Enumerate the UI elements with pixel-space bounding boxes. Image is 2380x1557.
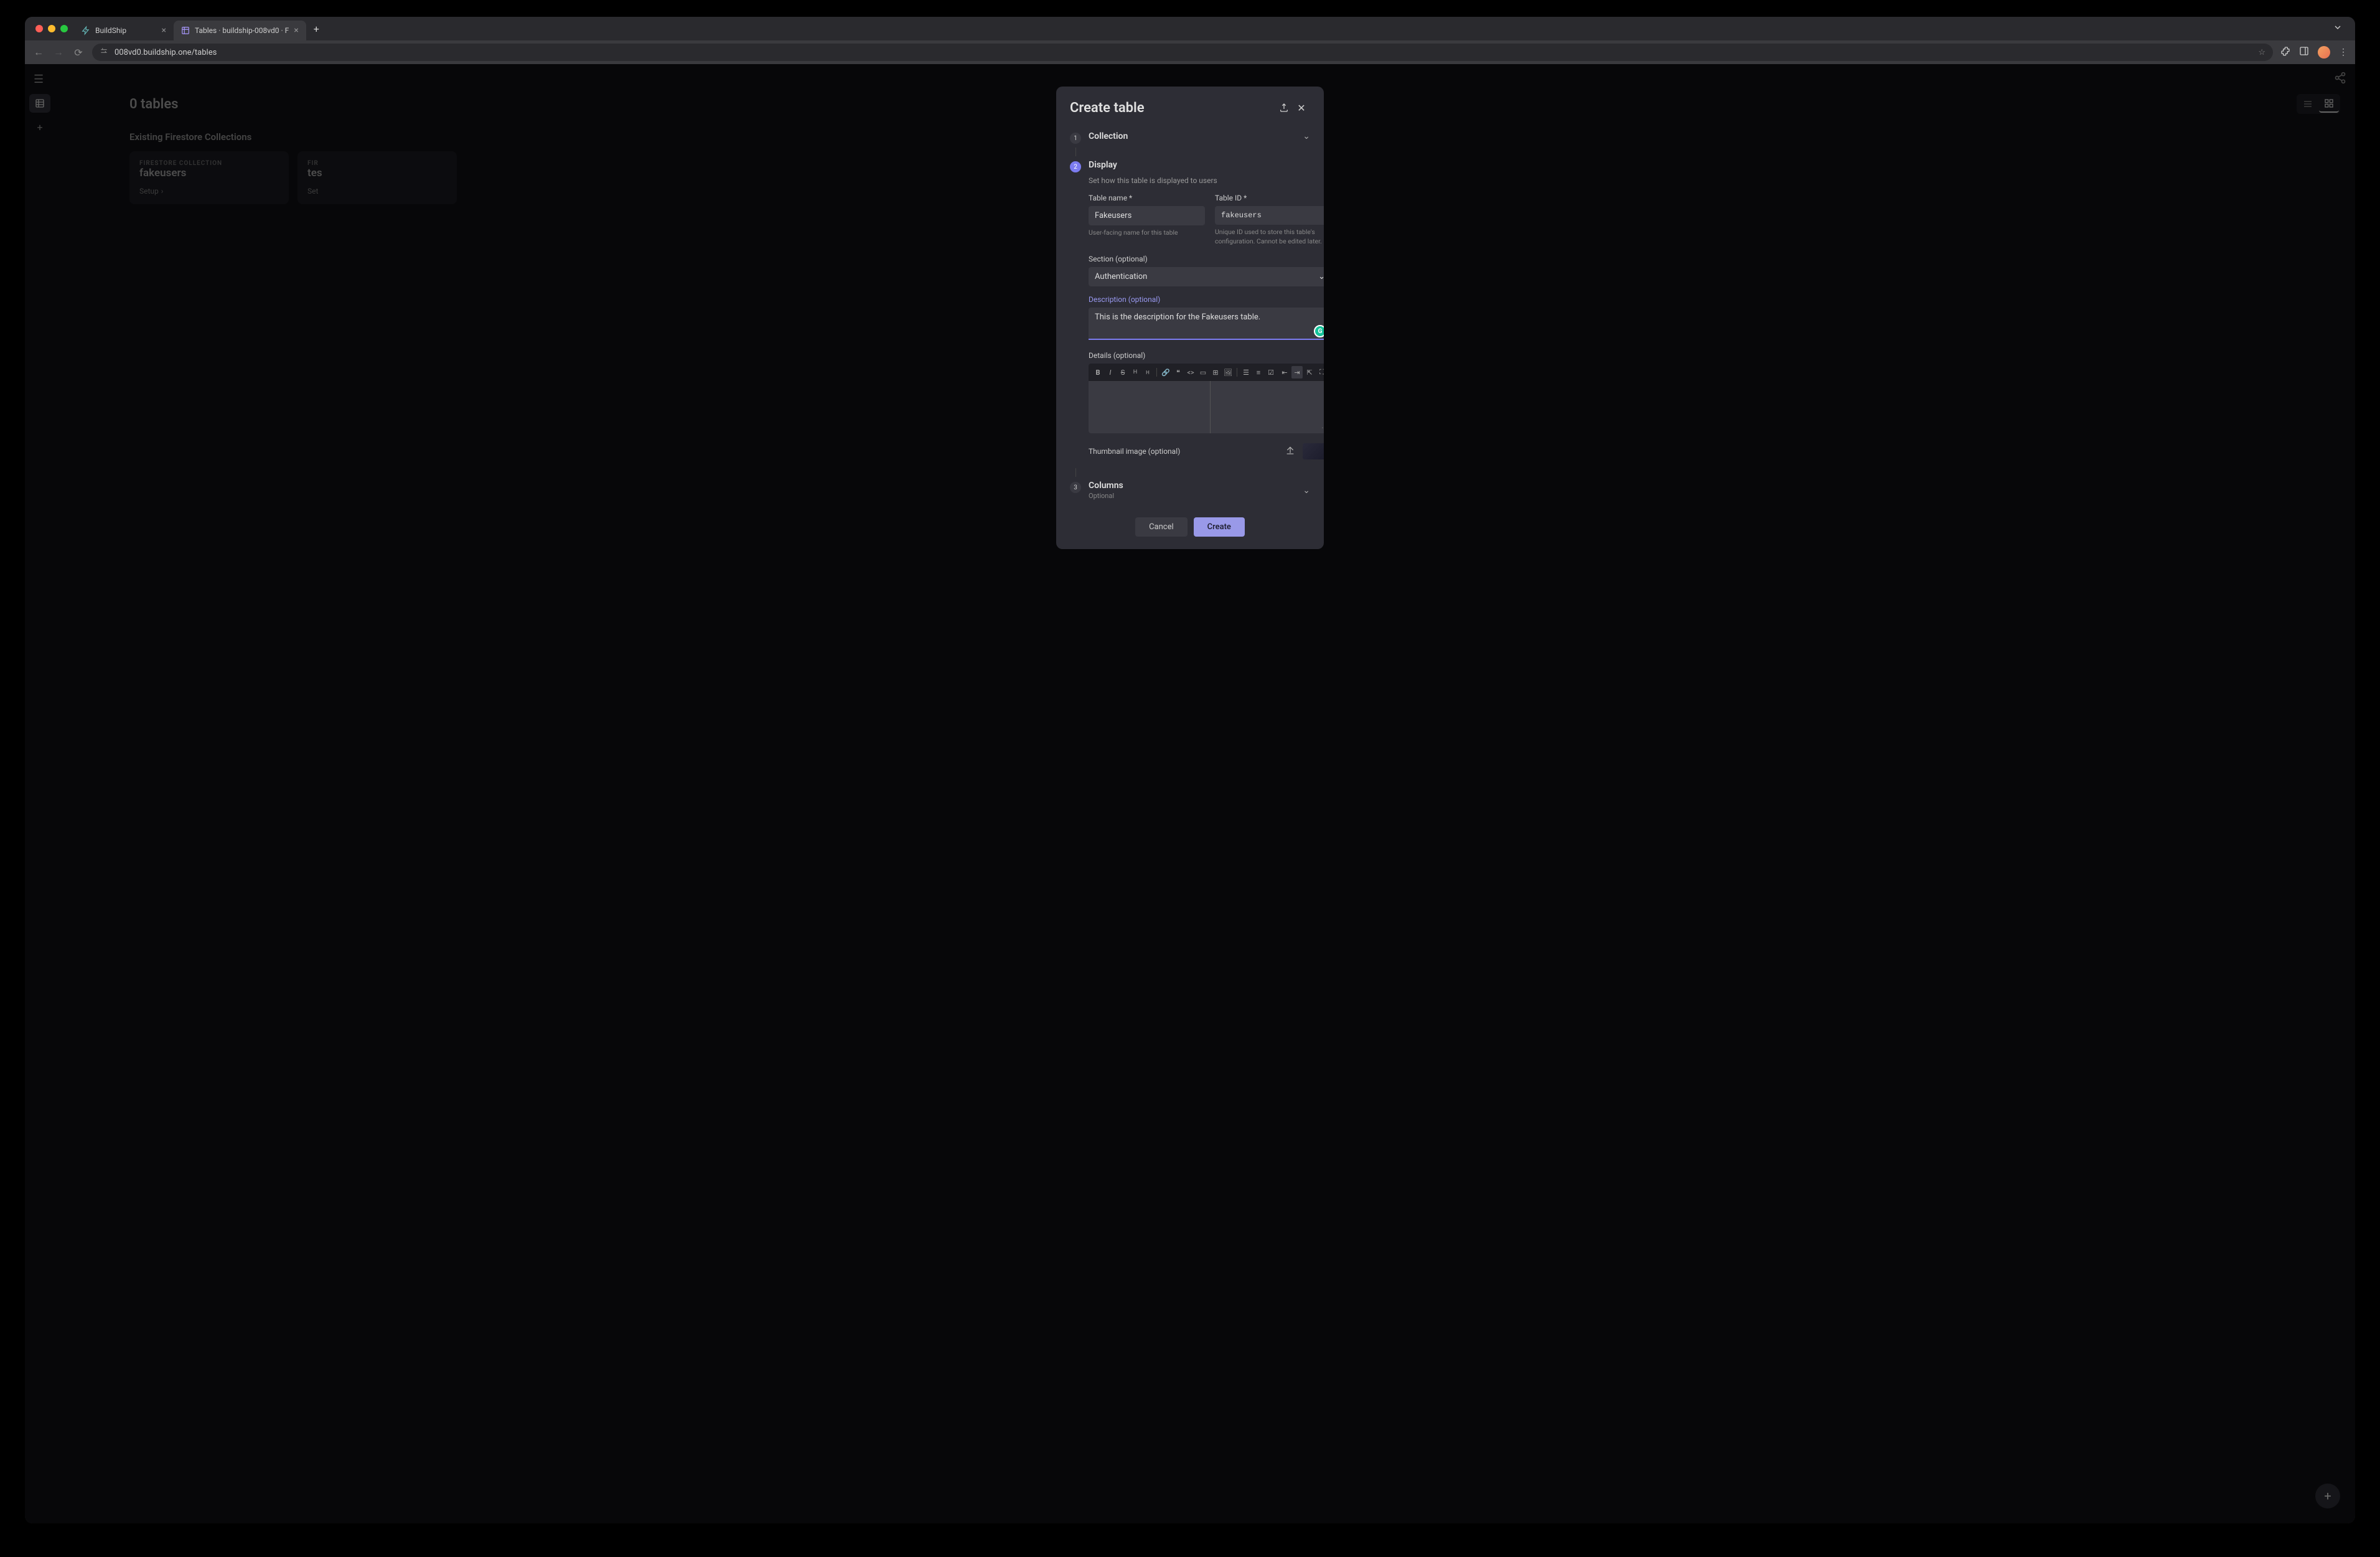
- extensions-icon[interactable]: [2280, 46, 2290, 59]
- rte-outdent[interactable]: ⇤: [1279, 366, 1290, 379]
- step-display: 2 Display ⌃ Set how this table is displa…: [1070, 156, 1310, 468]
- modal-header: Create table ✕: [1070, 99, 1310, 116]
- close-icon[interactable]: ✕: [1293, 99, 1310, 116]
- rte-code[interactable]: <>: [1185, 366, 1196, 379]
- step-desc: Set how this table is displayed to users: [1089, 176, 1324, 185]
- thumbnail-label: Thumbnail image (optional): [1089, 447, 1278, 456]
- rte-embed[interactable]: ⊞: [1210, 366, 1221, 379]
- traffic-lights: [32, 25, 74, 32]
- rte-fullscreen[interactable]: ⛶: [1316, 366, 1324, 379]
- upload-icon[interactable]: [1285, 445, 1295, 458]
- step-badge: 3: [1070, 482, 1081, 493]
- reload-button[interactable]: ⟳: [72, 47, 85, 59]
- step-badge: 2: [1070, 161, 1081, 172]
- rte-collapse[interactable]: ⇱: [1304, 366, 1315, 379]
- rte-bold[interactable]: B: [1092, 366, 1103, 379]
- chrome-actions: ⋮: [2280, 46, 2348, 59]
- new-tab-button[interactable]: +: [306, 23, 327, 35]
- rte-codeblock[interactable]: ▭: [1197, 366, 1209, 379]
- window-maximize[interactable]: [60, 25, 68, 32]
- chevron-down-icon: ⌄: [1318, 272, 1324, 281]
- chevron-down-icon: ⌄: [1303, 131, 1310, 141]
- step-title: Collection: [1089, 131, 1303, 141]
- section-select[interactable]: Authentication ⌄: [1089, 267, 1324, 286]
- table-name-label: Table name *: [1089, 194, 1205, 202]
- menu-icon[interactable]: ⋮: [2339, 47, 2348, 57]
- url-text: 008vd0.buildship.one/tables: [115, 48, 217, 57]
- url-box[interactable]: 008vd0.buildship.one/tables ☆: [92, 44, 2273, 61]
- tab-title: BuildShip: [95, 26, 126, 35]
- browser-tab-tables[interactable]: Tables · buildship-008vd0 · F ×: [174, 21, 306, 40]
- step-connector: [1075, 148, 1076, 156]
- step-sub: Optional: [1089, 492, 1123, 500]
- back-button[interactable]: ←: [32, 46, 45, 59]
- forward-button[interactable]: →: [52, 46, 65, 59]
- panel-icon[interactable]: [2299, 46, 2309, 59]
- rte-ol[interactable]: ≡: [1253, 366, 1264, 379]
- description-label: Description (optional): [1089, 295, 1324, 304]
- modal-footer: Cancel Create: [1070, 517, 1310, 537]
- site-settings-icon[interactable]: [100, 47, 108, 58]
- grammarly-icon[interactable]: [1314, 325, 1324, 337]
- step-title: Columns: [1089, 481, 1123, 491]
- section-label: Section (optional): [1089, 255, 1324, 263]
- rte-quote[interactable]: ❝: [1173, 366, 1184, 379]
- step-collection[interactable]: 1 Collection ⌄: [1070, 128, 1310, 148]
- create-table-modal: Create table ✕ 1 Collection ⌄: [1056, 87, 1324, 549]
- modal-overlay[interactable]: Create table ✕ 1 Collection ⌄: [25, 64, 2355, 1523]
- rte-heading2[interactable]: H: [1142, 366, 1153, 379]
- address-bar: ← → ⟳ 008vd0.buildship.one/tables ☆ ⋮: [25, 40, 2355, 64]
- browser-window: BuildShip × Tables · buildship-008vd0 · …: [25, 17, 2355, 1523]
- rte-strike[interactable]: S: [1117, 366, 1128, 379]
- tables-favicon: [181, 26, 190, 35]
- rte-italic[interactable]: I: [1105, 366, 1116, 379]
- cancel-button[interactable]: Cancel: [1135, 517, 1188, 537]
- rte-image[interactable]: 🖼: [1222, 366, 1234, 379]
- thumbnail-preview[interactable]: [1303, 443, 1324, 459]
- rte-ul[interactable]: ☰: [1240, 366, 1252, 379]
- modal-title: Create table: [1070, 100, 1275, 116]
- window-minimize[interactable]: [48, 25, 55, 32]
- rte-heading[interactable]: H: [1130, 366, 1141, 379]
- table-id-input[interactable]: [1215, 206, 1324, 225]
- table-id-label: Table ID *: [1215, 194, 1324, 202]
- tab-bar: BuildShip × Tables · buildship-008vd0 · …: [25, 17, 2355, 40]
- tab-dropdown[interactable]: [2328, 20, 2348, 37]
- rte-resize-handle[interactable]: ⋯: [1321, 423, 1324, 432]
- bookmark-icon[interactable]: ☆: [2258, 48, 2265, 57]
- tab-title: Tables · buildship-008vd0 · F: [195, 26, 289, 35]
- buildship-favicon: [82, 26, 90, 35]
- browser-tab-buildship[interactable]: BuildShip ×: [74, 21, 174, 40]
- step-display-header[interactable]: Display ⌃: [1089, 160, 1324, 170]
- rte-link[interactable]: 🔗: [1160, 366, 1171, 379]
- rte-checklist[interactable]: ☑: [1265, 366, 1277, 379]
- rte-toolbar: B I S H H 🔗 ❝ <> ▭: [1089, 364, 1324, 381]
- step-columns[interactable]: 3 Columns Optional ⌄: [1070, 477, 1310, 504]
- rte-indent[interactable]: ⇥: [1291, 366, 1303, 379]
- step-title: Display: [1089, 160, 1324, 170]
- create-button[interactable]: Create: [1194, 517, 1245, 537]
- thumbnail-row: Thumbnail image (optional): [1089, 443, 1324, 459]
- close-icon[interactable]: ×: [162, 26, 166, 35]
- table-name-input[interactable]: [1089, 206, 1205, 225]
- chevron-down-icon: ⌄: [1303, 486, 1310, 496]
- table-name-help: User-facing name for this table: [1089, 228, 1205, 238]
- close-icon[interactable]: ×: [294, 26, 298, 35]
- profile-avatar[interactable]: [2318, 46, 2330, 59]
- app-content: ☰ + 0 tables: [25, 64, 2355, 1523]
- description-textarea[interactable]: [1089, 308, 1324, 340]
- export-icon[interactable]: [1275, 99, 1293, 116]
- step-connector: [1075, 468, 1076, 477]
- rte-body[interactable]: ⋯: [1089, 381, 1324, 433]
- window-close[interactable]: [35, 25, 43, 32]
- table-id-help: Unique ID used to store this table's con…: [1215, 228, 1324, 246]
- step-badge: 1: [1070, 133, 1081, 144]
- details-label: Details (optional): [1089, 351, 1324, 360]
